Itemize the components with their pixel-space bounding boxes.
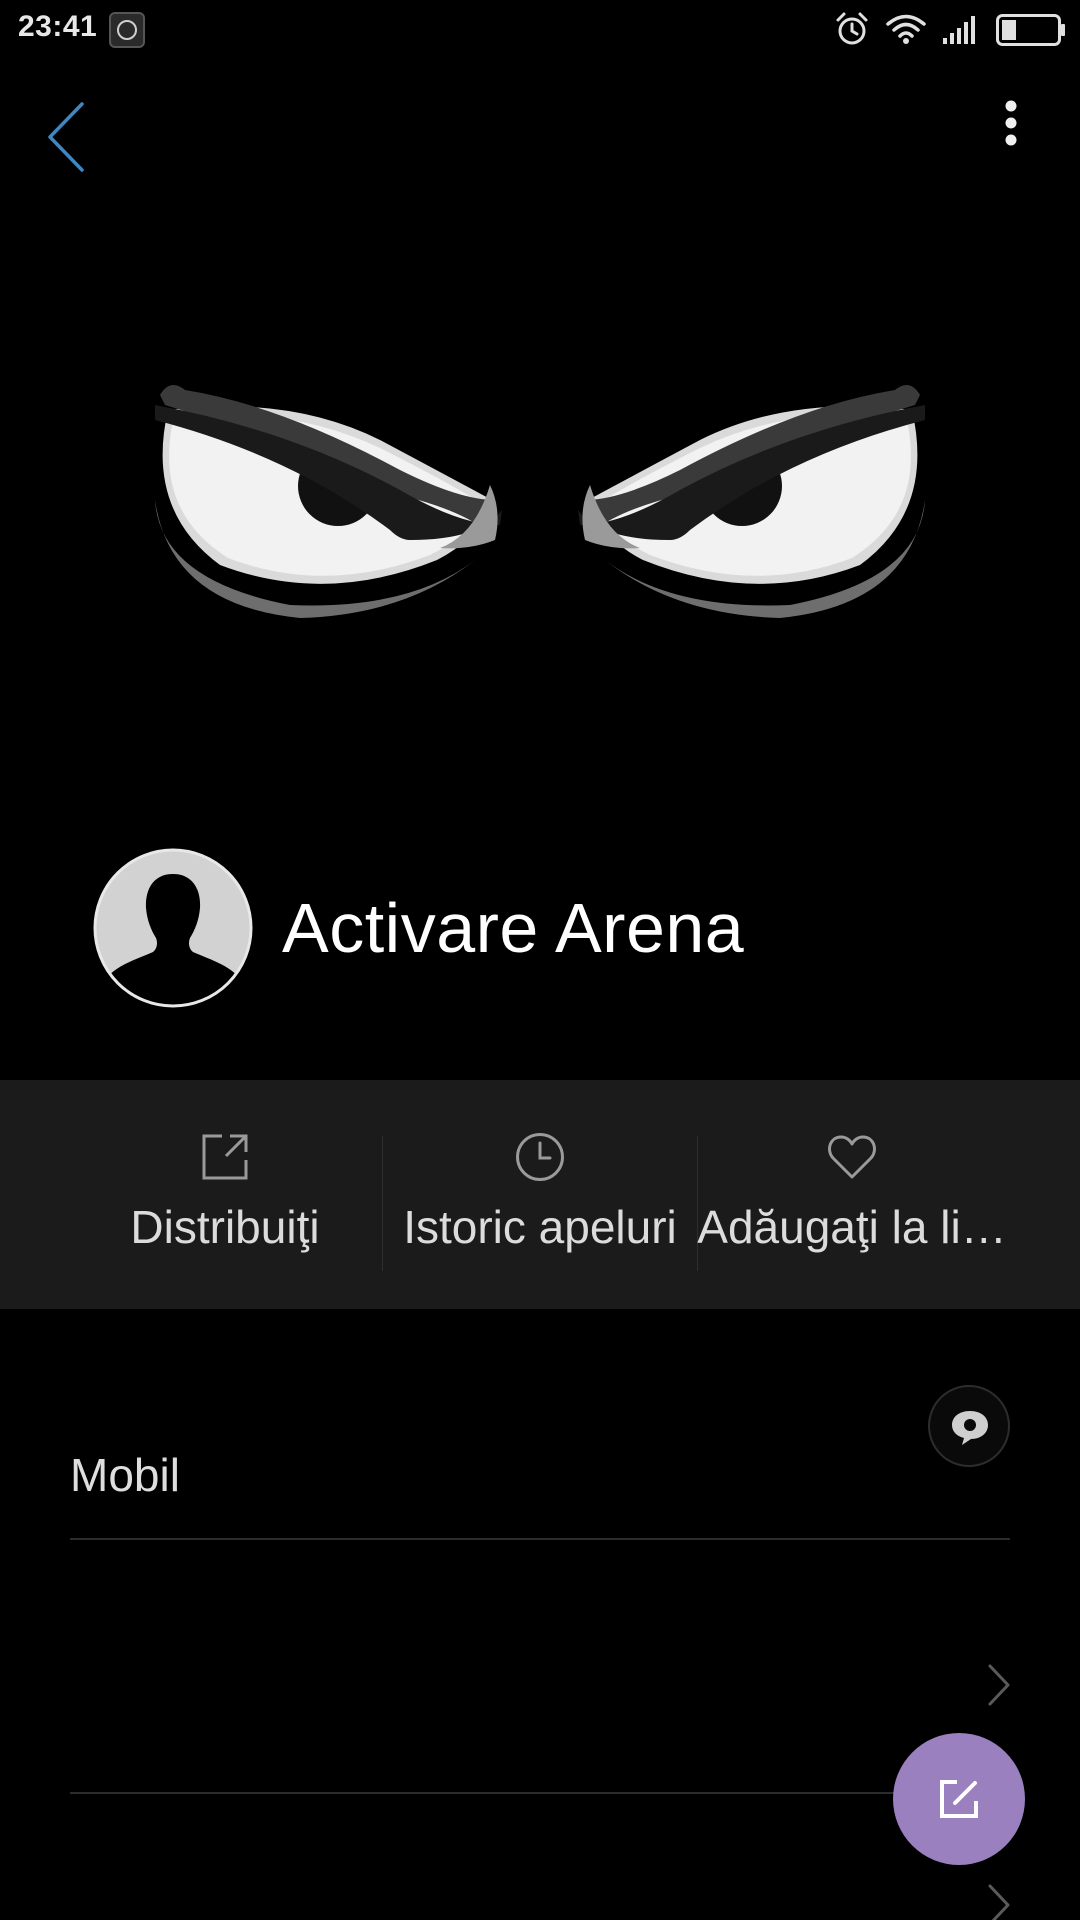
contact-name: Activare Arena <box>282 889 745 967</box>
signal-icon <box>943 16 975 44</box>
edit-contact-button[interactable] <box>893 1733 1025 1865</box>
row-divider <box>70 1792 1010 1794</box>
add-to-favorites-button[interactable]: Adăugaţi la li… <box>697 1080 1007 1309</box>
alarm-icon <box>836 12 868 45</box>
edit-icon <box>940 1780 978 1818</box>
share-button[interactable]: Distribuiţi <box>70 1080 380 1309</box>
contact-actions-bar: Distribuiţi Istoric apeluri Adăugaţi la … <box>0 1080 1080 1309</box>
phone-row[interactable]: Mobil <box>0 1340 1080 1540</box>
wifi-icon <box>886 14 926 44</box>
more-vertical-icon <box>1005 100 1017 146</box>
message-button[interactable] <box>928 1385 1010 1467</box>
share-label: Distribuiţi <box>130 1201 320 1253</box>
battery-icon <box>996 14 1065 46</box>
app-notification-icon <box>109 12 145 48</box>
right-eye <box>578 385 925 618</box>
chevron-right-icon <box>988 1664 1010 1706</box>
clock-icon <box>516 1133 564 1181</box>
heart-icon <box>828 1135 876 1179</box>
left-eye <box>155 385 502 618</box>
row-divider <box>70 1538 1010 1540</box>
chevron-right-icon[interactable] <box>984 1880 1014 1920</box>
back-button[interactable] <box>34 92 104 182</box>
message-bubble-icon <box>952 1411 988 1445</box>
more-options-button[interactable] <box>985 92 1035 152</box>
chevron-left-icon <box>48 102 84 172</box>
status-time: 23:41 <box>18 10 98 43</box>
action-divider <box>382 1136 383 1271</box>
contact-cover-image <box>155 385 925 618</box>
call-history-button[interactable]: Istoric apeluri <box>385 1080 695 1309</box>
call-history-label: Istoric apeluri <box>403 1201 677 1253</box>
share-icon <box>202 1134 248 1180</box>
status-bar: 23:41 <box>0 0 1080 60</box>
add-to-favorites-label: Adăugaţi la li… <box>697 1201 1007 1253</box>
avatar[interactable] <box>93 848 253 1008</box>
phone-type-label: Mobil <box>70 1449 180 1501</box>
